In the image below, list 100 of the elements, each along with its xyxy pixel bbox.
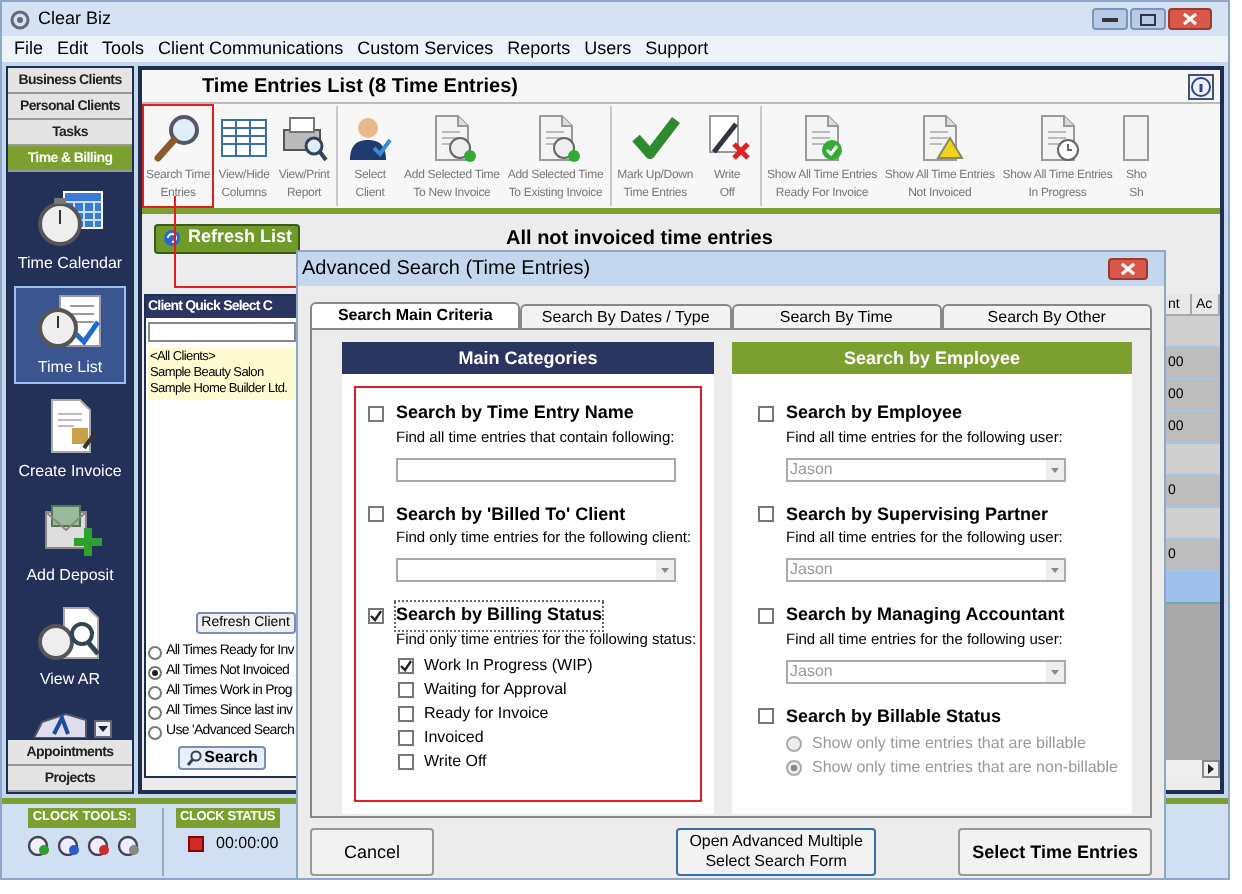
close-icon [1120, 262, 1136, 276]
nav-label: Time Calendar [17, 254, 123, 274]
dialog-tab[interactable]: Search By Dates / Type [520, 304, 731, 328]
nav-label: Time List [37, 358, 103, 378]
stopwatch-icon [115, 832, 139, 856]
menu-item[interactable]: Users [584, 40, 632, 58]
menu-item[interactable]: File [14, 40, 44, 58]
dialog-button[interactable]: Select Time Entries [958, 828, 1152, 876]
button-label: Select Time Entries [972, 842, 1138, 862]
client-input[interactable] [148, 322, 296, 342]
close-icon [1182, 12, 1198, 26]
radio-button[interactable] [148, 645, 162, 659]
arrow-right-icon [1208, 764, 1214, 774]
nav-item[interactable]: Time List [14, 286, 126, 384]
search-button[interactable]: Search [178, 746, 266, 770]
dialog-button[interactable]: Cancel [310, 828, 434, 876]
nav-item[interactable]: View AR [14, 598, 126, 696]
window-title: Clear Biz [38, 5, 112, 32]
checkbox[interactable] [368, 506, 384, 523]
stopwatch-calendar-icon [36, 188, 104, 248]
criterion-label: Search by Employee [786, 400, 963, 426]
checkmark-icon [629, 112, 682, 164]
button-label: Cancel [343, 842, 400, 862]
stopwatch-icon [85, 832, 109, 856]
dialog-button[interactable]: Open Advanced Multiple Select Search Form [675, 828, 877, 876]
option-label: Write Off [424, 751, 487, 771]
criterion-label: Search by Managing Accountant [786, 602, 1065, 628]
nav-label: View AR [39, 670, 101, 690]
printer-icon [278, 112, 331, 164]
dialog-title: Advanced Search (Time Entries) [302, 256, 591, 284]
checkbox[interactable] [398, 705, 414, 721]
input-field[interactable] [396, 457, 676, 481]
dropdown[interactable] [396, 558, 676, 582]
clock-time: 00:00:00 [216, 832, 279, 856]
criterion-label: Search by Time Entry Name [396, 400, 634, 426]
radio-button[interactable] [148, 685, 162, 699]
nav-label: Create Invoice [18, 462, 122, 482]
button-label: Select Search Form [705, 852, 847, 872]
menu-item[interactable]: Custom Services [357, 40, 494, 58]
minimize-button[interactable] [1092, 8, 1128, 30]
vehicle-icon [29, 710, 89, 738]
dropdown-value: Jason [788, 461, 835, 477]
option-label: Ready for Invoice [424, 703, 549, 723]
list-title: Time Entries List (8 Time Entries) [202, 73, 519, 101]
menu-item[interactable]: Tools [102, 40, 145, 58]
option-label: Invoiced [424, 727, 484, 747]
nav-item[interactable]: Time Calendar [14, 182, 126, 280]
stopwatch-icon [25, 832, 49, 856]
app-icon [10, 9, 30, 29]
option-label: Show only time entries that are billable [812, 734, 1086, 754]
magnifier-icon [152, 112, 205, 164]
menu-item[interactable]: Client Communications [158, 40, 344, 58]
stopwatch-icon [55, 832, 79, 856]
nav-item[interactable]: Add Deposit [14, 494, 126, 592]
scroll-down-button[interactable] [93, 720, 111, 738]
maximize-button[interactable] [1130, 8, 1166, 30]
nav-item[interactable]: Create Invoice [14, 390, 126, 488]
criterion-label: Search by Billing Status [396, 602, 603, 629]
radio-button[interactable] [148, 665, 162, 679]
checkbox[interactable] [398, 753, 414, 769]
document-icon [1120, 112, 1153, 164]
scroll-right-button[interactable] [1202, 760, 1220, 778]
caret-icon [656, 560, 674, 580]
person-icon [344, 112, 397, 164]
option-label: Work In Progress (WIP) [424, 655, 593, 675]
menu-item[interactable]: Support [645, 40, 709, 58]
close-button[interactable] [1168, 8, 1212, 30]
caret-icon [97, 726, 107, 732]
option-label: Show only time entries that are non-billable [812, 758, 1118, 778]
menu-item[interactable]: Reports [507, 40, 571, 58]
checkbox[interactable] [398, 657, 414, 673]
refresh-icon [162, 228, 182, 248]
checkbox[interactable] [368, 405, 384, 422]
criterion-label: Search by 'Billed To' Client [396, 501, 626, 528]
dialog-tab[interactable]: Search By Other [941, 304, 1152, 328]
dropdown-value: Jason [788, 562, 835, 578]
criterion-label: Search by Supervising Partner [786, 501, 1049, 528]
radio-button[interactable] [148, 705, 162, 719]
caret-icon [1046, 661, 1064, 681]
option-label: Waiting for Approval [424, 679, 567, 699]
button-label: Refresh List [188, 224, 293, 251]
caret-icon [1046, 560, 1064, 580]
checkbox[interactable] [398, 681, 414, 697]
maximize-icon [1140, 13, 1156, 25]
group-header: Main Categories [342, 342, 714, 374]
button-label: Open Advanced Multiple [689, 832, 863, 852]
radio-button[interactable] [148, 725, 162, 739]
minimize-icon [1102, 16, 1118, 22]
search-icon [186, 750, 203, 766]
dialog-tab[interactable]: Search Main Criteria [310, 302, 521, 328]
caret-icon [1046, 459, 1064, 479]
checkbox[interactable] [398, 729, 414, 745]
stop-indicator-icon [188, 836, 204, 852]
menu-item[interactable]: Edit [57, 40, 89, 58]
close-button[interactable] [1108, 258, 1148, 280]
group-header: Search by Employee [732, 342, 1132, 374]
dialog-tab[interactable]: Search By Time [731, 304, 942, 328]
checkbox[interactable] [368, 607, 384, 624]
stopwatch-list-icon [36, 292, 104, 352]
nav-label: Add Deposit [26, 566, 114, 586]
